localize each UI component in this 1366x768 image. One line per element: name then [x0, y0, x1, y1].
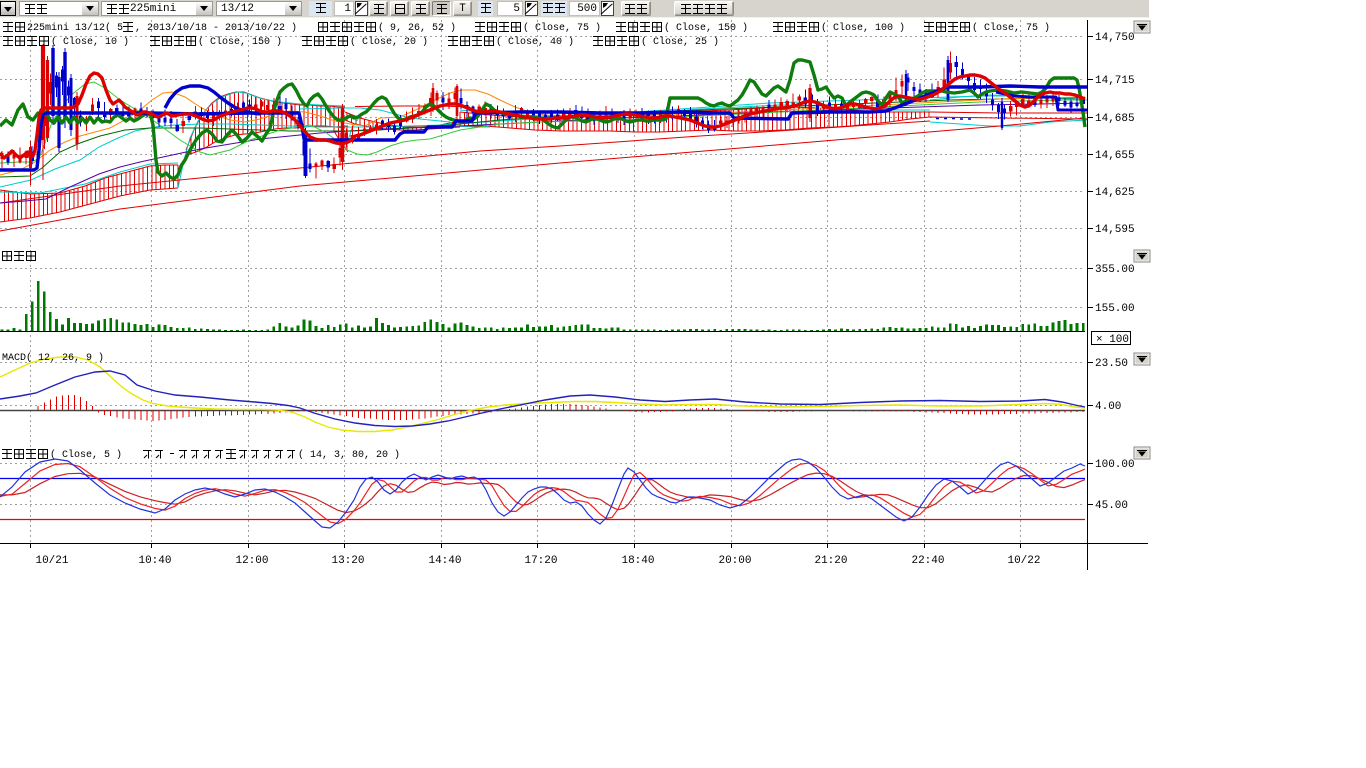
svg-text:225mini 13/12( 5: 225mini 13/12( 5: [27, 22, 123, 34]
svg-text:21:20: 21:20: [814, 555, 847, 567]
svg-text:10:40: 10:40: [138, 555, 171, 567]
svg-text:× 100: × 100: [1096, 334, 1129, 346]
svg-text:10/21: 10/21: [35, 555, 68, 567]
svg-text:( Close, 25 ): ( Close, 25 ): [641, 36, 719, 48]
svg-text:45.00: 45.00: [1095, 500, 1128, 512]
svg-text:, 2013/10/18 - 2013/10/22 ): , 2013/10/18 - 2013/10/22 ): [135, 22, 297, 34]
svg-text:14,750: 14,750: [1095, 32, 1135, 44]
svg-text:22:40: 22:40: [911, 555, 944, 567]
svg-text:( 9, 26, 52 ): ( 9, 26, 52 ): [378, 22, 456, 34]
svg-text:( Close, 100 ): ( Close, 100 ): [821, 22, 905, 34]
svg-text:100.00: 100.00: [1095, 459, 1135, 471]
svg-text:( Close, 20 ): ( Close, 20 ): [350, 36, 428, 48]
svg-text:( Close, 40 ): ( Close, 40 ): [496, 36, 574, 48]
svg-text:355.00: 355.00: [1095, 264, 1135, 276]
svg-text:( Close, 150 ): ( Close, 150 ): [664, 22, 748, 34]
svg-text:( 14, 3, 80, 20 ): ( 14, 3, 80, 20 ): [298, 449, 400, 461]
svg-text:14:40: 14:40: [428, 555, 461, 567]
svg-text:10/22: 10/22: [1007, 555, 1040, 567]
svg-text:14,715: 14,715: [1095, 75, 1135, 87]
svg-text:155.00: 155.00: [1095, 303, 1135, 315]
svg-text:( Close, 5 ): ( Close, 5 ): [50, 449, 122, 461]
svg-text:14,655: 14,655: [1095, 150, 1135, 162]
svg-text:14,685: 14,685: [1095, 113, 1135, 125]
svg-text:4.00: 4.00: [1095, 401, 1121, 413]
svg-text:MACD( 12, 26, 9 ): MACD( 12, 26, 9 ): [2, 352, 104, 364]
svg-text:23.50: 23.50: [1095, 358, 1128, 370]
svg-text:14,595: 14,595: [1095, 224, 1135, 236]
svg-text:( Close, 150 ): ( Close, 150 ): [198, 36, 282, 48]
svg-text:20:00: 20:00: [718, 555, 751, 567]
svg-text:17:20: 17:20: [524, 555, 557, 567]
svg-text:18:40: 18:40: [621, 555, 654, 567]
svg-text:13:20: 13:20: [331, 555, 364, 567]
svg-text:( Close, 10 ): ( Close, 10 ): [51, 36, 129, 48]
svg-text:( Close, 75 ): ( Close, 75 ): [523, 22, 601, 34]
svg-text:14,625: 14,625: [1095, 187, 1135, 199]
svg-text:( Close, 75 ): ( Close, 75 ): [972, 22, 1050, 34]
svg-text:12:00: 12:00: [235, 555, 268, 567]
